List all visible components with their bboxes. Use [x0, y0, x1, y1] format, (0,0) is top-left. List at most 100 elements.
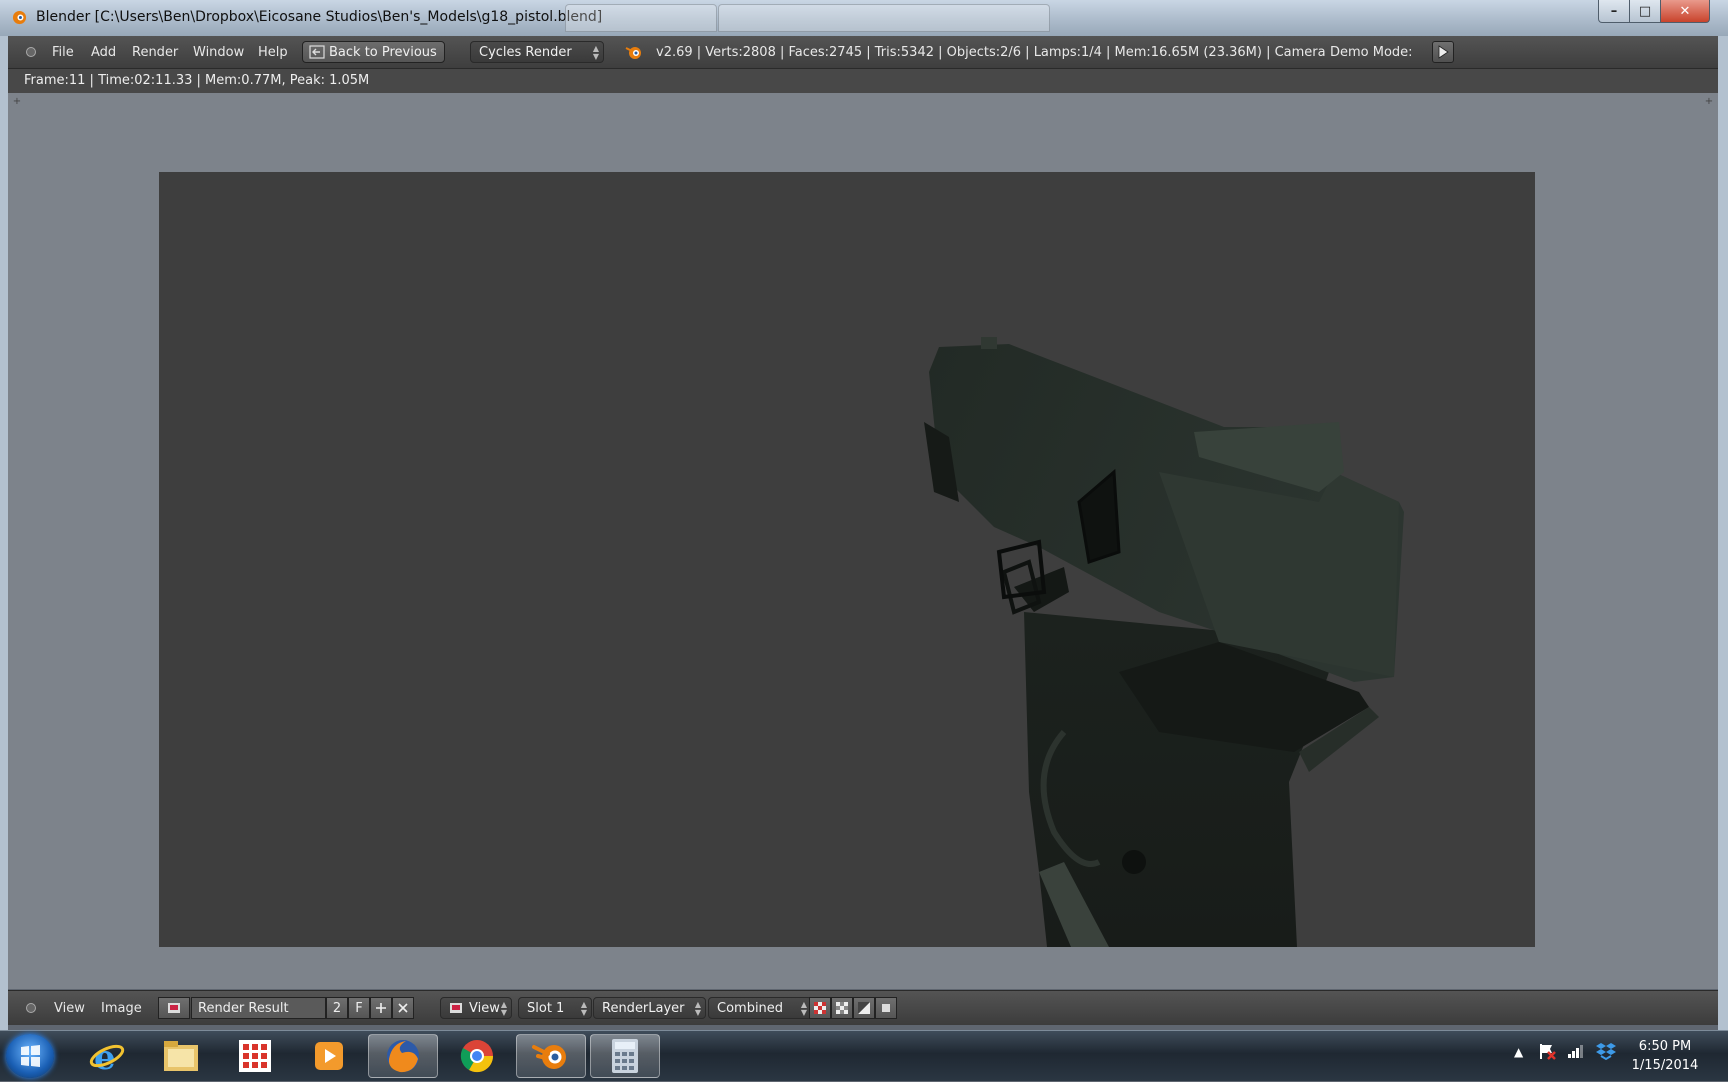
fake-user-toggle[interactable]: F — [348, 997, 370, 1019]
image-pin-toggle[interactable] — [875, 997, 897, 1019]
users-count-value: 2 — [332, 1000, 342, 1016]
taskbar-chrome[interactable] — [442, 1034, 512, 1078]
updown-arrows-icon: ▲ ▼ — [592, 44, 599, 61]
pistol-render — [924, 337, 1404, 947]
system-clock[interactable]: 6:50 PM 1/15/2014 — [1620, 1037, 1710, 1075]
image-users-count: 2 — [326, 997, 348, 1019]
clock-date: 1/15/2014 — [1631, 1058, 1699, 1073]
render-slot-value: Slot 1 — [527, 1000, 565, 1016]
minimize-button[interactable]: – — [1598, 0, 1630, 23]
scene-stats: v2.69 | Verts:2808 | Faces:2745 | Tris:5… — [656, 45, 1326, 60]
taskbar-file-explorer[interactable] — [146, 1034, 216, 1078]
windows-logo-icon — [21, 1045, 40, 1067]
updown-arrows-icon: ▲ ▼ — [580, 1000, 587, 1017]
app-grid-icon — [239, 1040, 271, 1072]
unlink-image-button[interactable] — [392, 997, 414, 1019]
editor-type-icon[interactable] — [26, 1003, 36, 1013]
render-pass-select[interactable]: Combined ▲ ▼ — [708, 997, 812, 1019]
blender-app-icon — [12, 10, 27, 25]
menu-file[interactable]: File — [52, 45, 74, 60]
back-arrow-icon — [309, 45, 325, 59]
render-result-image — [159, 172, 1535, 947]
draw-alpha-toggle[interactable] — [809, 997, 831, 1019]
maximize-button[interactable]: □ — [1629, 0, 1661, 23]
svg-text:e: e — [94, 1038, 116, 1075]
close-button[interactable]: ✕ — [1660, 0, 1710, 23]
menu-help[interactable]: Help — [258, 45, 288, 60]
internet-explorer-icon: e — [89, 1038, 125, 1075]
render-slot-select[interactable]: Slot 1 ▲ ▼ — [518, 997, 592, 1019]
taskbar-blender[interactable] — [516, 1034, 586, 1078]
info-header: File Add Render Window Help Back to Prev… — [8, 36, 1718, 69]
demo-mode-play-button[interactable] — [1432, 41, 1454, 63]
render-info-text: Frame:11 | Time:02:11.33 | Mem:0.77M, Pe… — [24, 73, 370, 88]
folder-icon — [164, 1041, 198, 1071]
plus-icon — [376, 1003, 386, 1013]
updown-arrows-icon: ▲ ▼ — [800, 1000, 807, 1017]
taskbar-media-player[interactable] — [294, 1034, 364, 1078]
fake-user-label: F — [355, 1000, 363, 1016]
window-title: Blender [C:\Users\Ben\Dropbox\Eicosane S… — [36, 9, 603, 25]
taskbar-firefox[interactable] — [368, 1034, 438, 1078]
display-view-value: View — [469, 1000, 500, 1016]
draw-z-buffer-toggle[interactable] — [853, 997, 875, 1019]
updown-arrows-icon: ▲ ▼ — [694, 1000, 701, 1017]
windows-taskbar: e ▲ 6:50 PM 1/15/2014 — [0, 1030, 1728, 1081]
network-signal-icon[interactable] — [1567, 1041, 1585, 1062]
menu-image[interactable]: Image — [101, 1001, 142, 1016]
menu-view[interactable]: View — [54, 1001, 85, 1016]
render-layer-select[interactable]: RenderLayer ▲ ▼ — [593, 997, 706, 1019]
maximize-icon: □ — [1638, 3, 1652, 19]
gradient-icon — [858, 1002, 870, 1014]
background-window-tab — [718, 4, 1050, 32]
taskbar-internet-explorer[interactable]: e — [72, 1034, 142, 1078]
render-engine-select[interactable]: Cycles Render ▲ ▼ — [470, 41, 604, 63]
dropbox-icon[interactable] — [1596, 1041, 1616, 1064]
taskbar-app-grid[interactable] — [220, 1034, 290, 1078]
start-button[interactable] — [6, 1034, 54, 1078]
image-name-value: Render Result — [198, 1000, 289, 1016]
action-center-flag-icon[interactable] — [1537, 1041, 1557, 1064]
image-icon — [450, 1003, 462, 1013]
menu-render[interactable]: Render — [132, 45, 178, 60]
area-split-corner-icon[interactable]: + — [12, 97, 22, 107]
editor-type-icon[interactable] — [26, 47, 36, 57]
window-frame-right — [1718, 36, 1728, 1030]
demo-mode-label: Demo Mode: — [1330, 45, 1413, 60]
chrome-icon — [460, 1040, 494, 1073]
calculator-icon — [612, 1039, 638, 1073]
close-icon — [398, 1003, 408, 1013]
display-view-select[interactable]: View ▲ ▼ — [440, 997, 512, 1019]
image-browse-button[interactable] — [158, 997, 190, 1019]
render-pass-value: Combined — [717, 1000, 784, 1016]
clock-time: 6:50 PM — [1638, 1039, 1692, 1054]
image-name-field[interactable]: Render Result — [191, 997, 326, 1019]
image-icon — [168, 1003, 180, 1013]
play-icon — [1438, 45, 1449, 59]
blender-icon — [532, 1045, 566, 1069]
updown-arrows-icon: ▲ ▼ — [500, 1000, 507, 1017]
minimize-icon: – — [1610, 3, 1618, 19]
menu-add[interactable]: Add — [91, 45, 116, 60]
blender-logo-icon — [625, 47, 641, 59]
taskbar-calculator[interactable] — [590, 1034, 660, 1078]
image-editor-header: View Image Render Result 2 F View ▲ ▼ Slo… — [8, 990, 1718, 1025]
menu-window[interactable]: Window — [193, 45, 244, 60]
show-hidden-icons-chevron-icon[interactable]: ▲ — [1514, 1045, 1523, 1059]
firefox-icon — [387, 1040, 419, 1073]
checker-icon — [836, 1002, 848, 1014]
checker-alpha-icon — [814, 1002, 826, 1014]
background-window-tab — [565, 4, 717, 32]
back-to-previous-button[interactable]: Back to Previous — [302, 41, 445, 63]
window-titlebar: Blender [C:\Users\Ben\Dropbox\Eicosane S… — [0, 0, 1728, 37]
render-engine-value: Cycles Render — [479, 44, 572, 60]
close-icon: ✕ — [1679, 3, 1691, 19]
new-image-button[interactable] — [370, 997, 392, 1019]
render-layer-value: RenderLayer — [602, 1000, 685, 1016]
area-split-corner-icon[interactable]: + — [1704, 97, 1714, 107]
draw-alpha-only-toggle[interactable] — [831, 997, 853, 1019]
pin-icon — [882, 1004, 890, 1012]
back-to-previous-label: Back to Previous — [329, 44, 437, 60]
render-info-bar: Frame:11 | Time:02:11.33 | Mem:0.77M, Pe… — [8, 69, 1718, 93]
media-player-icon — [315, 1042, 343, 1070]
